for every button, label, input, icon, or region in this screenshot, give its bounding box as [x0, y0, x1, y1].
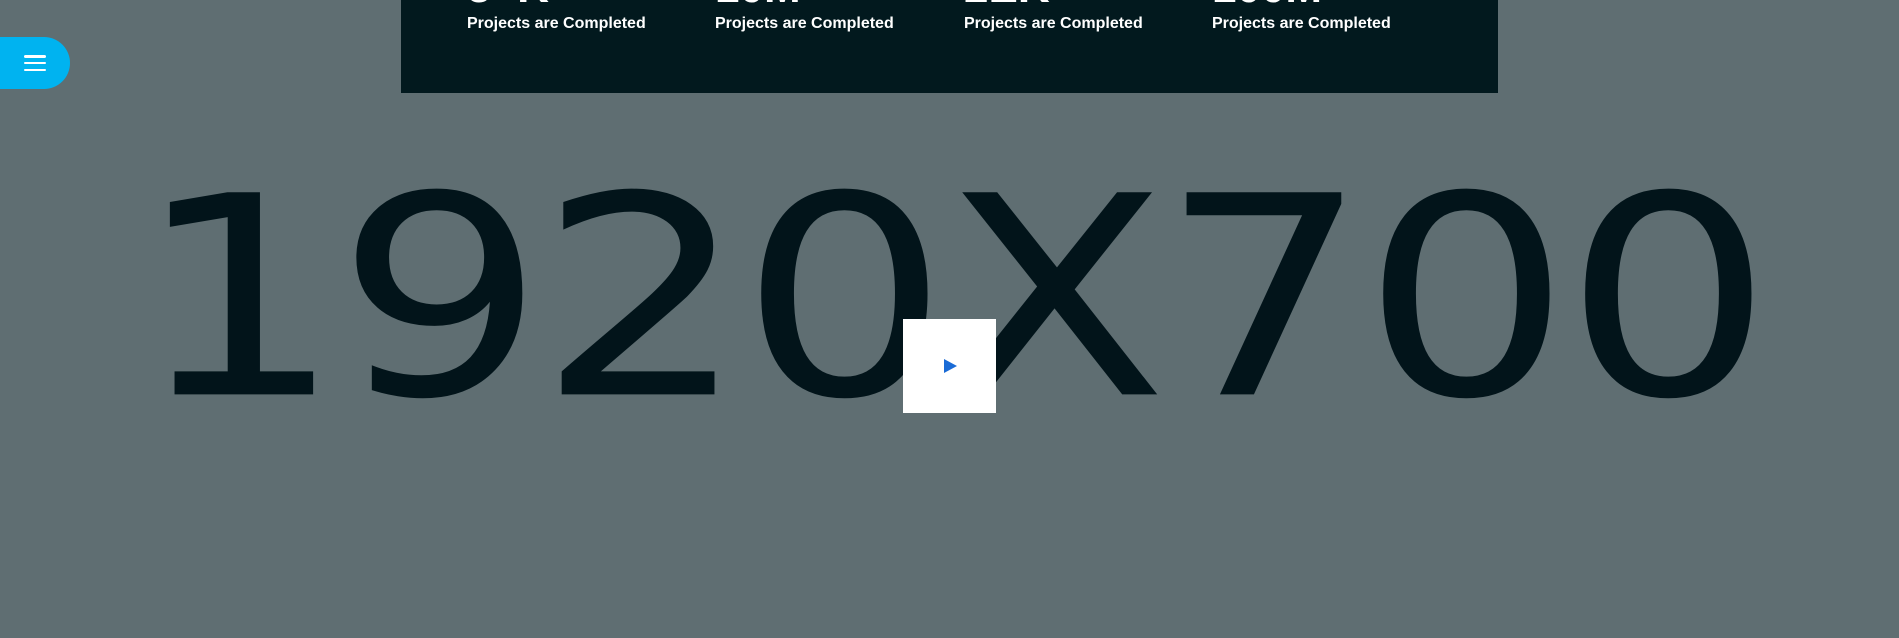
stat-value: 2EK+ [964, 0, 1075, 10]
video-play-button[interactable] [903, 319, 996, 413]
stat-label: Projects are Completed [1212, 15, 1391, 32]
stat-label: Projects are Completed [467, 15, 646, 32]
play-icon [943, 359, 957, 373]
page: 5+K+ Projects are Completed 10M+ Project… [0, 0, 1899, 638]
hamburger-menu-icon [24, 55, 46, 71]
stat-label: Projects are Completed [715, 15, 894, 32]
menu-toggle-button[interactable] [0, 37, 70, 89]
stat-value: 10M+ [715, 0, 826, 10]
stats-panel: 5+K+ Projects are Completed 10M+ Project… [401, 0, 1498, 93]
stat-value: 5+K+ [467, 0, 575, 10]
stat-label: Projects are Completed [964, 15, 1143, 32]
stat-value: 100M+ [1212, 0, 1348, 10]
